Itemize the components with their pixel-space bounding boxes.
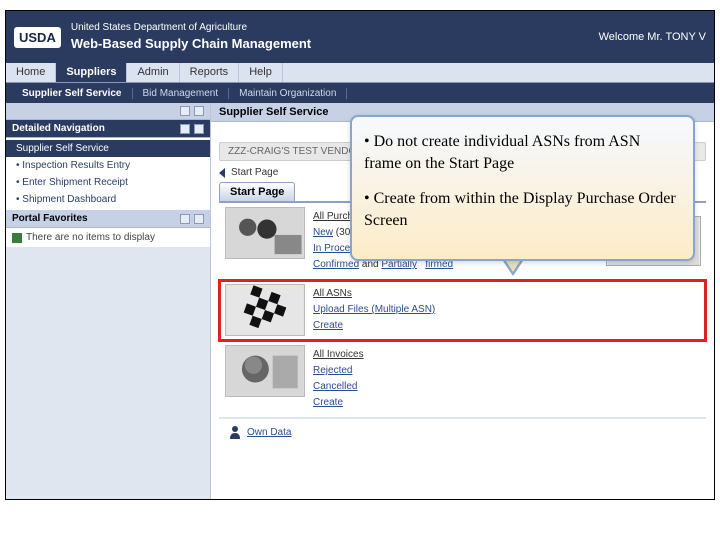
- detailed-nav-body: Supplier Self Service Inspection Results…: [6, 138, 210, 210]
- thumb-asn: [225, 284, 305, 336]
- nav-supplier-self-service[interactable]: Supplier Self Service: [6, 140, 210, 157]
- asn-upload-link[interactable]: Upload Files (Multiple ASN): [313, 304, 435, 315]
- own-data-row[interactable]: Own Data: [219, 418, 706, 445]
- po-confirmed-link[interactable]: Confirmed: [313, 259, 359, 270]
- favorites-title: Portal Favorites: [12, 213, 88, 224]
- panel-icon[interactable]: [180, 214, 190, 224]
- nav-enter-shipment-receipt[interactable]: Enter Shipment Receipt: [6, 174, 210, 191]
- sub-nav: Supplier Self Service Bid Management Mai…: [6, 83, 714, 103]
- subtab-maintain-org[interactable]: Maintain Organization: [229, 88, 347, 99]
- detailed-nav-title: Detailed Navigation: [12, 123, 105, 134]
- own-data-link[interactable]: Own Data: [247, 427, 291, 438]
- panel-icon[interactable]: [180, 106, 190, 116]
- inv-links: All Invoices Rejected Cancelled Create: [311, 343, 366, 415]
- row-asn: All ASNs Upload Files (Multiple ASN) Cre…: [219, 280, 706, 341]
- favorites-empty-text: There are no items to display: [26, 232, 155, 243]
- tab-home[interactable]: Home: [6, 63, 56, 82]
- favorites-icons: [180, 214, 204, 224]
- back-arrow-icon[interactable]: [219, 168, 225, 178]
- panel-icon[interactable]: [194, 106, 204, 116]
- usda-logo: USDA: [14, 27, 61, 48]
- panel-icon[interactable]: [194, 124, 204, 134]
- person-icon: [229, 425, 241, 439]
- banner-subtitle: United States Department of Agriculture: [71, 21, 311, 35]
- history-header: [6, 103, 210, 120]
- asn-links: All ASNs Upload Files (Multiple ASN) Cre…: [311, 282, 437, 338]
- subtab-bid-mgmt[interactable]: Bid Management: [133, 88, 230, 99]
- favorites-body: There are no items to display: [6, 228, 210, 247]
- po-new-link[interactable]: New: [313, 227, 333, 238]
- history-icons: [180, 106, 204, 116]
- row-invoices: All Invoices Rejected Cancelled Create: [219, 341, 706, 418]
- tab-admin[interactable]: Admin: [127, 63, 179, 82]
- panel-icon[interactable]: [180, 124, 190, 134]
- asn-title[interactable]: All ASNs: [313, 288, 352, 299]
- welcome-text: Welcome Mr. TONY V: [599, 31, 706, 43]
- nav-inspection-results[interactable]: Inspection Results Entry: [6, 157, 210, 174]
- detailed-nav-header: Detailed Navigation: [6, 120, 210, 138]
- tab-help[interactable]: Help: [239, 63, 283, 82]
- favorites-icon: [12, 233, 22, 243]
- start-page-tab[interactable]: Start Page: [219, 182, 295, 201]
- thumb-po: [225, 207, 305, 259]
- nav-shipment-dashboard[interactable]: Shipment Dashboard: [6, 191, 210, 208]
- panel-icon[interactable]: [194, 214, 204, 224]
- subtab-self-service[interactable]: Supplier Self Service: [12, 88, 133, 99]
- inv-title[interactable]: All Invoices: [313, 349, 364, 360]
- instruction-callout: • Do not create individual ASNs from ASN…: [350, 115, 695, 261]
- inv-create-link[interactable]: Create: [313, 397, 343, 408]
- banner-titles: United States Department of Agriculture …: [71, 21, 311, 53]
- detailed-icons: [180, 124, 204, 134]
- inv-cancelled-link[interactable]: Cancelled: [313, 381, 357, 392]
- tab-reports[interactable]: Reports: [180, 63, 240, 82]
- banner-title: Web-Based Supply Chain Management: [71, 35, 311, 53]
- top-nav: Home Suppliers Admin Reports Help: [6, 63, 714, 83]
- thumb-inv: [225, 345, 305, 397]
- tab-suppliers[interactable]: Suppliers: [56, 63, 127, 82]
- asn-create-link[interactable]: Create: [313, 320, 343, 331]
- banner: USDA United States Department of Agricul…: [6, 11, 714, 63]
- banner-left: USDA United States Department of Agricul…: [14, 21, 311, 53]
- breadcrumb-text: Start Page: [231, 167, 278, 178]
- callout-line-1: • Do not create individual ASNs from ASN…: [364, 131, 681, 174]
- favorites-header: Portal Favorites: [6, 210, 210, 228]
- inv-rejected-link[interactable]: Rejected: [313, 365, 352, 376]
- left-column: Detailed Navigation Supplier Self Servic…: [6, 103, 211, 499]
- callout-line-2: • Create from within the Display Purchas…: [364, 188, 681, 231]
